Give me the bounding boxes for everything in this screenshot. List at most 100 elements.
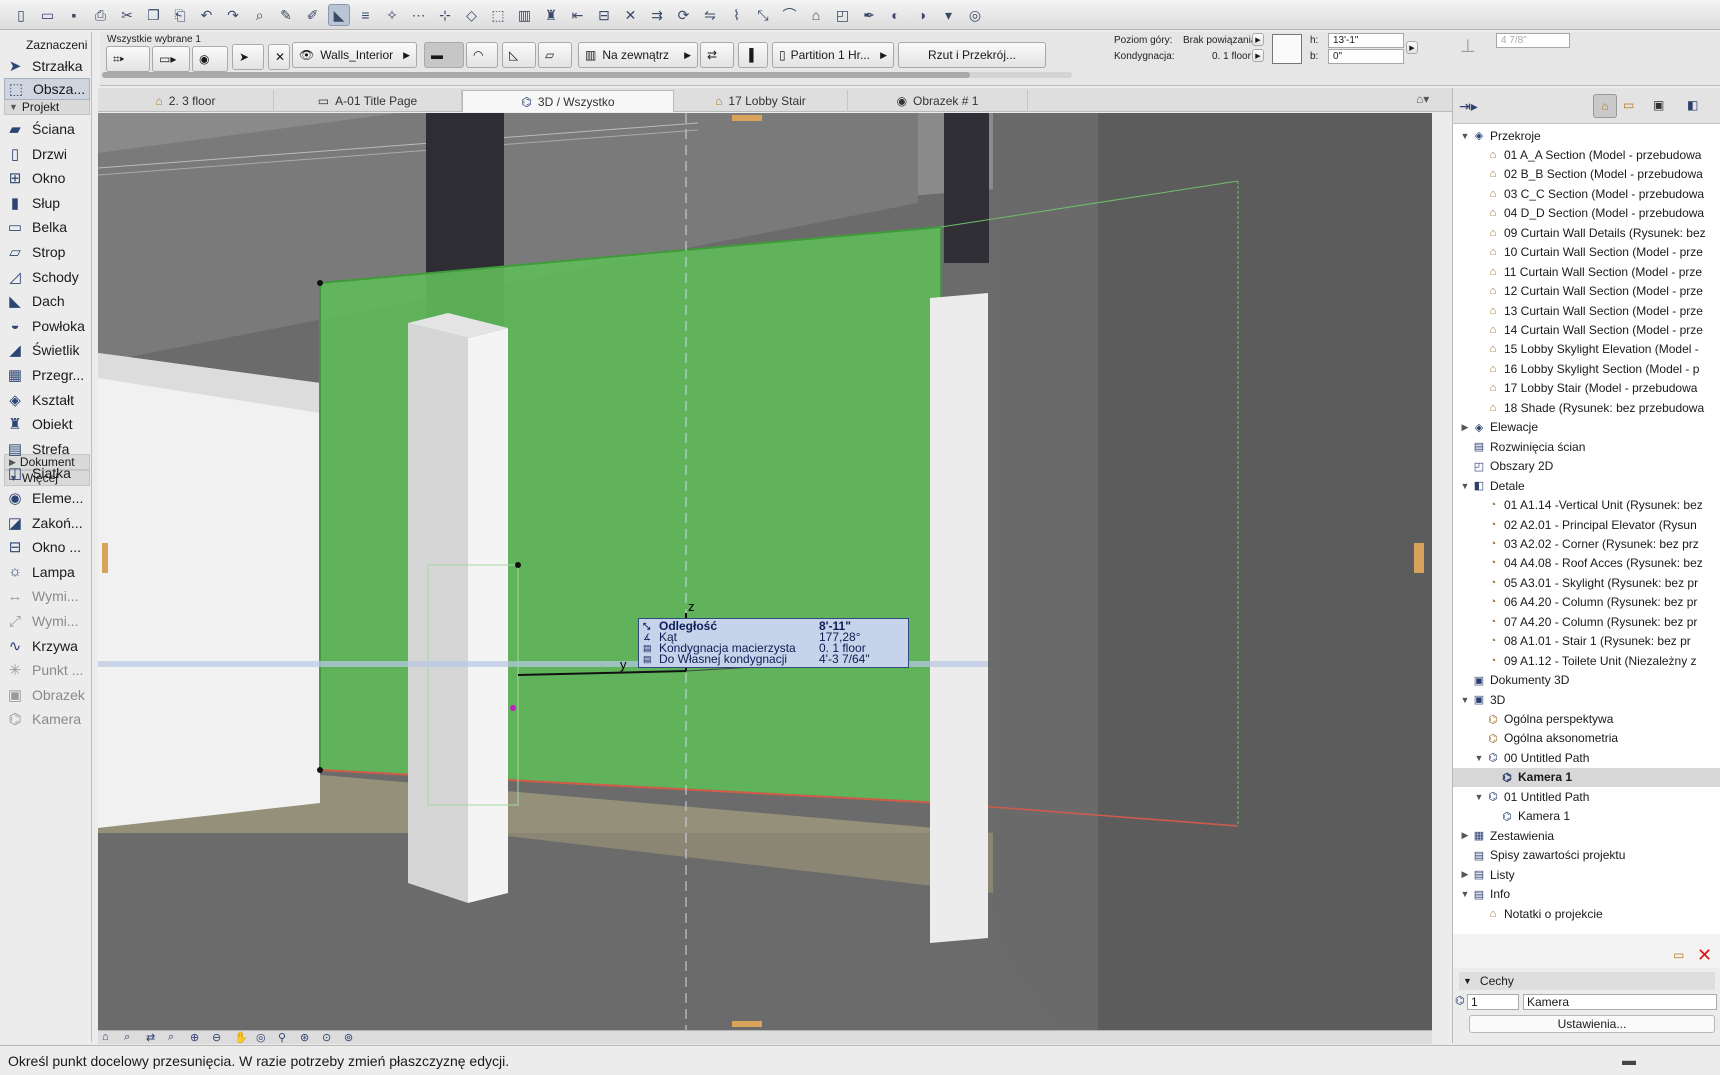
triangle-right-icon[interactable]: ▶ [1459,830,1471,841]
top-level-value[interactable]: Brak powiązania [1183,35,1256,46]
height-popup-button[interactable]: ▶ [1406,41,1418,54]
triangle-right-icon[interactable]: ▶ [1459,869,1471,880]
view-nav-icon[interactable]: ⚲ [278,1031,286,1044]
paste-icon[interactable]: ⎗ [169,4,191,26]
syringe-icon[interactable]: ✐ [302,4,324,26]
slanted-button[interactable]: ▱ [538,42,572,68]
structure-button[interactable]: ▭▸ [152,46,190,72]
triangle-down-icon[interactable]: ▼ [1459,131,1471,141]
navigator-item[interactable]: ▤ Rozwinięcia ścian [1453,437,1720,456]
curve-icon[interactable]: ⌒ [779,4,801,26]
navigator-item[interactable]: ◔ 02 A2.01 - Principal Elevator (Rysun [1453,515,1720,534]
name-field[interactable]: Kamera [1523,994,1717,1010]
navigator-item[interactable]: ⌂ 01 A_A Section (Model - przebudowa [1453,145,1720,164]
navigator-item[interactable]: ▣ Dokumenty 3D [1453,671,1720,690]
navigator-item[interactable]: ▤ Spisy zawartości projektu [1453,846,1720,865]
trim-icon[interactable]: ⊟ [593,4,615,26]
view-nav-icon[interactable]: ⇄ [146,1031,155,1044]
wall-node[interactable] [317,280,323,286]
thickness-field[interactable]: 4 7/8" [1496,33,1570,48]
triangle-down-icon[interactable]: ▼ [1459,695,1471,705]
tool-arrow[interactable]: ➤ Strzałka [4,55,90,77]
tool-skylight[interactable]: ◢ Świetlik [4,339,90,361]
arrow-select-icon[interactable]: ◣ [328,4,350,26]
tool-column[interactable]: ▮ Słup [4,192,90,214]
infobox-scrollbar[interactable] [102,72,1072,78]
tool-shell[interactable]: ◒ Powłoka [4,315,90,337]
bottom-edge-handle[interactable] [732,1021,762,1027]
tool-curtain-wall[interactable]: ▦ Przegr... [4,364,90,386]
publisher-icon[interactable]: ◧ [1687,98,1698,112]
view-nav-icon[interactable]: ⊕ [190,1031,199,1044]
target-icon[interactable]: ◎ [964,4,986,26]
3d-viewport[interactable]: z y x ⤡Odległość8'-11"∡Kąt177,28°▤Kondyg… [98,113,1432,1030]
navigator-item[interactable]: ◔ 08 A1.01 - Stair 1 (Rysunek: bez pr [1453,632,1720,651]
tool-mesh[interactable]: ◫ Siatka [4,462,90,484]
navigator-item[interactable]: ◰ Obszary 2D [1453,457,1720,476]
tool-figure[interactable]: ▣ Obrazek [4,684,90,706]
view-nav-icon[interactable]: ⊚ [344,1031,353,1044]
view-nav-icon[interactable]: ⊖ [212,1031,221,1044]
layout-book-icon[interactable]: ▣ [1653,98,1664,112]
redo-icon[interactable]: ↷ [222,4,244,26]
tab-17-lobby-stair[interactable]: ⌂ 17 Lobby Stair [674,90,848,112]
view-nav-icon[interactable]: ◎ [256,1031,266,1044]
cut-icon[interactable]: ✂ [116,4,138,26]
navigator-item[interactable]: ▼ ◈ Przekroje [1453,126,1720,145]
wall-type-button[interactable]: ▬ [424,42,464,68]
arrow-tool-button[interactable]: ➤ [232,44,264,70]
view-icon[interactable]: ◐ [885,4,907,26]
navigator-item[interactable]: ⌂ 15 Lobby Skylight Elevation (Model - [1453,340,1720,359]
navigator-item[interactable]: ▼ ⌬ 00 Untitled Path [1453,748,1720,767]
tab-2-3-floor[interactable]: ⌂ 2. 3 floor [98,90,274,112]
perspective-icon[interactable]: ◰ [832,4,854,26]
reference-line-button[interactable]: ◉ [192,46,228,72]
tool-dimension[interactable]: ↔ Wymi... [4,585,90,607]
navigator-item[interactable]: ⌂ 04 D_D Section (Model - przebudowa [1453,204,1720,223]
height-field[interactable]: 13'-1" [1328,33,1404,48]
trapezoid-button[interactable]: ◺ [502,42,536,68]
navigator-item[interactable]: ⌂ 12 Curtain Wall Section (Model - prze [1453,282,1720,301]
navigator-item[interactable]: ⌂ 10 Curtain Wall Section (Model - prze [1453,243,1720,262]
wall-node[interactable] [317,767,323,773]
navigator-item[interactable]: ⌂ Notatki o projekcie [1453,904,1720,923]
id-field[interactable]: 1 [1467,994,1519,1010]
section-projekt[interactable]: ▼ Projekt [4,99,90,115]
base-offset-field[interactable]: 0" [1328,49,1404,64]
scrollbar-thumb[interactable] [102,72,970,78]
navigator-item[interactable]: ⌂ 09 Curtain Wall Details (Rysunek: bez [1453,223,1720,242]
magic-wand-button[interactable]: ✕ [268,44,290,70]
project-map-icon[interactable]: ⌂ [1593,94,1617,118]
tab-3d-wszystko[interactable]: ⌬ 3D / Wszystko [462,90,674,112]
geometry-method-button[interactable]: ⌗▸ [106,46,150,72]
save-icon[interactable]: ▪ [63,4,85,26]
triangle-down-icon[interactable]: ▼ [1459,889,1471,899]
left-edge-handle[interactable] [102,543,108,573]
properties-header[interactable]: ▼ Cechy [1459,972,1715,990]
navigator-item[interactable]: ◔ 07 A4.20 - Column (Rysunek: bez pr [1453,612,1720,631]
tool-wall[interactable]: ▰ Ściana [4,118,90,140]
tool-camera[interactable]: ⌬ Kamera [4,708,90,730]
pen-icon[interactable]: ✒ [858,4,880,26]
edit-node[interactable] [515,562,521,568]
view-nav-icon[interactable]: ⌕ [124,1031,130,1044]
plan-section-button[interactable]: Rzut i Przekrój... [898,42,1046,68]
navigator-item[interactable]: ⌬ Kamera 1 [1453,807,1720,826]
navigator-item[interactable]: ◔ 06 A4.20 - Column (Rysunek: bez pr [1453,593,1720,612]
tooltip-value[interactable]: 4'-3 7/64" [819,653,870,665]
navigator-item[interactable]: ▶ ▦ Zestawienia [1453,826,1720,845]
snap-icon[interactable]: ⋯ [408,4,430,26]
view-nav-icon[interactable]: ⌂ [102,1031,109,1043]
eyedropper-icon[interactable]: ✎ [275,4,297,26]
stretch-icon[interactable]: ⤡ [752,4,774,26]
tab-a-01-title-page[interactable]: ▭ A-01 Title Page [274,90,462,112]
tool-spline[interactable]: ∿ Krzywa [4,635,90,657]
triangle-down-icon[interactable]: ▼ [1459,481,1471,491]
tool-element[interactable]: ◉ Eleme... [4,487,90,509]
navigator-item[interactable]: ▼ ▤ Info [1453,885,1720,904]
navigator-item[interactable]: ⌂ 14 Curtain Wall Section (Model - prze [1453,321,1720,340]
tool-corner-window[interactable]: ⊟ Okno ... [4,536,90,558]
tab-obrazek-1[interactable]: ◉ Obrazek # 1 [848,90,1028,112]
navigator-item[interactable]: ◔ 09 A1.12 - Toilete Unit (Niezależny z [1453,651,1720,670]
tool-window[interactable]: ⊞ Okno [4,167,90,189]
